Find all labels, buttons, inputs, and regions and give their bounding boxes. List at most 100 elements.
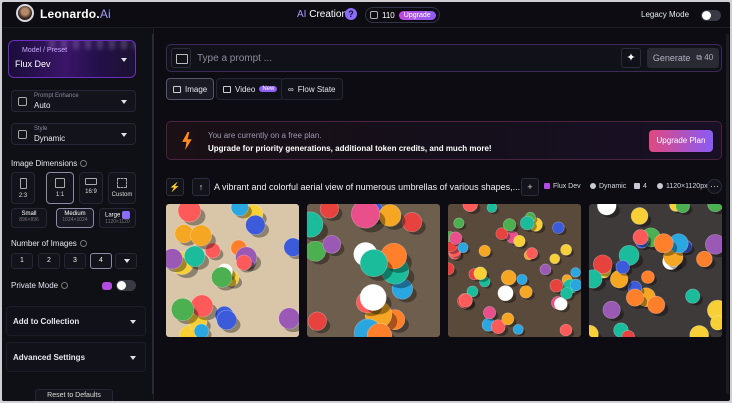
ratio-2-3[interactable]: 2:3 <box>11 172 35 204</box>
image-dimensions-text: Image Dimensions <box>11 159 78 168</box>
tab-label: Image <box>185 84 208 94</box>
prompt-bar: Type a prompt ... ✦ Generate ⧉ 40 <box>166 44 722 72</box>
sparkle-icon <box>18 97 27 106</box>
meta-style-text: Dynamic <box>599 183 627 190</box>
brand-logo[interactable]: Leonardo.Ai <box>40 7 111 21</box>
add-icon[interactable]: + <box>521 178 539 196</box>
generated-image-4[interactable] <box>589 204 722 337</box>
chevron-down-icon <box>121 100 127 104</box>
ratio-16-9[interactable]: 16:9 <box>79 172 103 204</box>
premium-badge-icon <box>102 282 112 290</box>
meta-count-text: 4 <box>643 183 647 190</box>
chevron-down-icon <box>130 320 136 324</box>
number-of-images-text: Number of Images <box>11 239 77 248</box>
palette-icon <box>18 130 27 139</box>
image-prompt-button[interactable] <box>171 48 191 68</box>
num-images-3[interactable]: 3 <box>64 253 86 269</box>
help-icon[interactable]: ? <box>345 8 357 20</box>
meta-count: 4 <box>634 183 647 190</box>
reset-label: Reset to Defaults <box>47 392 101 399</box>
brand-name: Leonardo. <box>40 7 100 21</box>
brand-suffix: Ai <box>99 7 111 21</box>
info-icon[interactable] <box>80 160 88 168</box>
meta-size: 1120×1120px <box>657 183 708 190</box>
size-icon <box>657 183 663 189</box>
generation-prompt: A vibrant and colorful aerial view of nu… <box>214 182 521 192</box>
legacy-mode-toggle[interactable] <box>701 10 721 21</box>
tab-label: Flow State <box>297 84 336 94</box>
generation-header: ⚡ ↑ A vibrant and colorful aerial view o… <box>166 178 722 196</box>
main-panel: Type a prompt ... ✦ Generate ⧉ 40 Image … <box>154 28 730 401</box>
add-to-collection-label: Add to Collection <box>13 317 80 326</box>
private-mode-label: Private Mode <box>11 281 69 290</box>
size-label: Large <box>104 212 121 219</box>
mode-title-text: Creation <box>306 9 348 20</box>
num-images-2[interactable]: 2 <box>38 253 60 269</box>
remix-icon[interactable]: ⚡ <box>166 178 184 196</box>
chevron-down-icon <box>130 356 136 360</box>
generated-image-3[interactable] <box>448 204 581 337</box>
generate-label: Generate <box>652 53 691 63</box>
image-icon <box>173 85 181 93</box>
generate-cost-value: 40 <box>704 53 714 62</box>
prompt-enhance-select[interactable]: Prompt Enhance Auto <box>11 90 136 112</box>
size-dims: 1120×1120 <box>105 219 130 225</box>
avatar[interactable] <box>16 4 34 22</box>
model-preset-label: Model / Preset <box>22 47 68 54</box>
size-large[interactable]: Large 1120×1120 <box>99 208 136 228</box>
collapse-up-icon[interactable]: ↑ <box>192 178 210 196</box>
video-icon <box>223 85 231 93</box>
token-icon <box>370 11 378 19</box>
generated-image-2[interactable] <box>307 204 440 337</box>
credits-pill[interactable]: 110 Upgrade <box>365 7 440 23</box>
info-icon[interactable] <box>61 282 69 290</box>
main-scrollbar[interactable] <box>726 34 729 394</box>
size-small[interactable]: Small 896×896 <box>11 208 47 228</box>
banner-line-2: Upgrade for priority generations, additi… <box>208 144 492 153</box>
advanced-settings-section[interactable]: Advanced Settings <box>6 342 146 372</box>
add-to-collection-section[interactable]: Add to Collection <box>6 306 146 336</box>
free-plan-banner: You are currently on a free plan. Upgrad… <box>166 121 722 160</box>
size-medium[interactable]: Medium 1024×1024 <box>56 208 94 228</box>
tab-flow-state[interactable]: ∞ Flow State <box>281 78 343 100</box>
upgrade-button[interactable]: Upgrade <box>398 10 436 20</box>
num-images-4[interactable]: 4 <box>90 253 112 269</box>
model-preset-value: Flux Dev <box>15 59 51 69</box>
generate-cost: ⧉ 40 <box>696 53 714 62</box>
ratio-label: 2:3 <box>18 193 28 199</box>
style-select[interactable]: Style Dynamic <box>11 123 136 145</box>
reset-to-defaults-button[interactable]: Reset to Defaults <box>35 389 113 401</box>
generate-button[interactable]: Generate ⧉ 40 <box>647 48 719 68</box>
ratio-1-1[interactable]: 1:1 <box>46 172 74 204</box>
num-images-1[interactable]: 1 <box>11 253 33 269</box>
tab-image[interactable]: Image <box>166 78 215 100</box>
ratio-custom[interactable]: Custom <box>108 172 136 204</box>
banner-line-1: You are currently on a free plan. <box>208 131 322 140</box>
tab-video[interactable]: Video New <box>216 78 285 100</box>
premium-lock-icon <box>122 211 131 219</box>
enhance-prompt-button[interactable]: ✦ <box>621 48 641 68</box>
infinity-icon: ∞ <box>288 84 294 94</box>
new-badge: New <box>259 86 278 92</box>
images-icon <box>634 183 640 189</box>
upgrade-plan-button[interactable]: Upgrade Plan <box>649 130 713 152</box>
portrait-ratio-icon <box>19 178 27 189</box>
mode-title: AI Creation <box>297 9 347 20</box>
style-label: Style <box>34 126 48 132</box>
generated-image-1[interactable] <box>166 204 299 337</box>
prompt-input[interactable]: Type a prompt ... <box>197 53 272 64</box>
chevron-down-icon <box>121 58 127 62</box>
meta-model: Flux Dev <box>544 183 581 190</box>
style-value: Dynamic <box>34 134 66 143</box>
size-dims: 1024×1024 <box>62 217 88 223</box>
num-images-more[interactable] <box>115 253 137 269</box>
info-icon[interactable] <box>79 240 87 248</box>
private-mode-text: Private Mode <box>11 281 59 290</box>
legacy-mode-label: Legacy Mode <box>641 10 690 19</box>
more-options-icon[interactable]: ··· <box>707 179 722 194</box>
meta-size-text: 1120×1120px <box>666 183 708 190</box>
private-mode-toggle[interactable] <box>116 280 136 291</box>
model-icon <box>544 183 550 189</box>
settings-sidebar: Model / Preset Flux Dev Prompt Enhance A… <box>2 28 154 401</box>
chevron-down-icon <box>121 133 127 137</box>
